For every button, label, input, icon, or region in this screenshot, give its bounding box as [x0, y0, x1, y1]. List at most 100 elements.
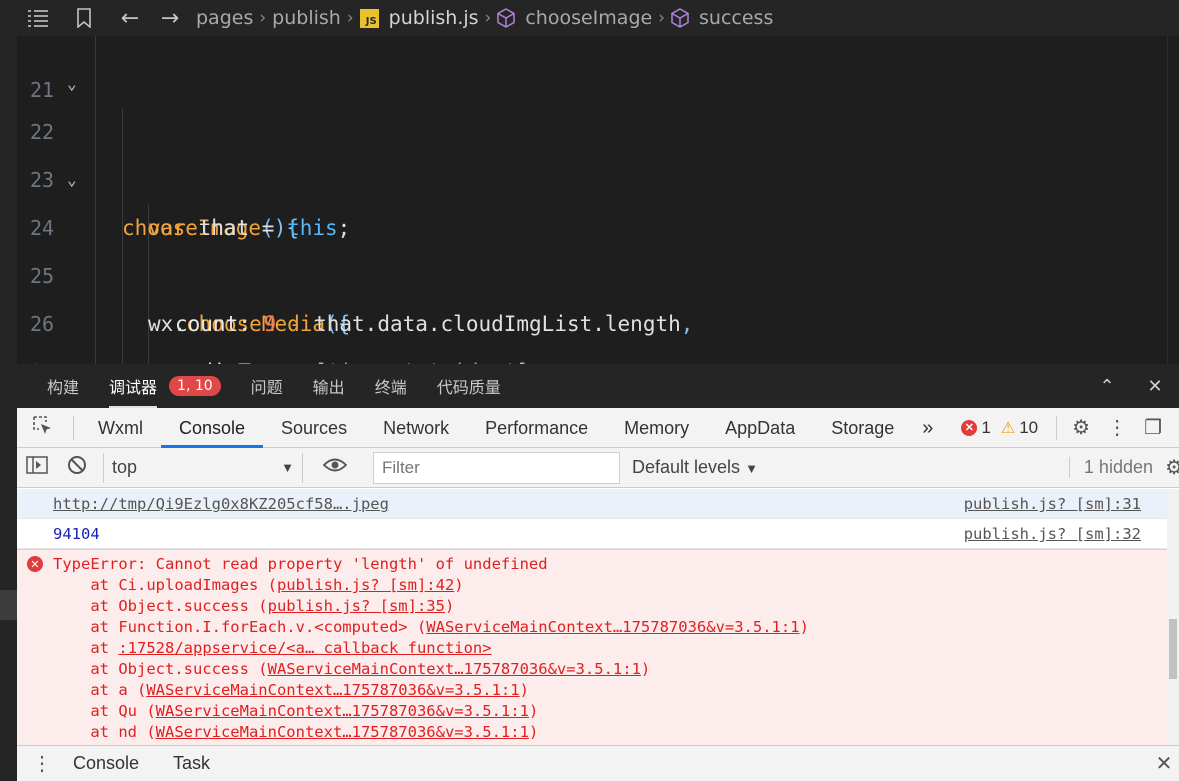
- warning-count: 10: [1019, 417, 1039, 437]
- drawer-tab-task[interactable]: Task: [167, 753, 228, 774]
- error-message-block: ✕ TypeError: Cannot read property 'lengt…: [17, 549, 1167, 745]
- log-link[interactable]: http://tmp/Qi9Ezlg0x8KZ205cf58….jpeg: [53, 495, 389, 513]
- levels-label: Default levels: [632, 457, 741, 477]
- eye-icon[interactable]: [315, 457, 355, 478]
- tab-build[interactable]: 构建: [47, 374, 79, 398]
- stack-frame: at Function.I.forEach.v.<computed> (WASe…: [90, 618, 809, 636]
- stack-link[interactable]: publish.js? [sm]:35: [268, 597, 445, 615]
- stack-link[interactable]: publish.js? [sm]:42: [277, 576, 454, 594]
- gutter-marker: [0, 590, 17, 620]
- left-gutter-strip: [0, 364, 17, 781]
- breadcrumb-item[interactable]: publish.js: [389, 7, 479, 29]
- chevron-right-icon: ›: [658, 8, 666, 28]
- editor-scrollbar[interactable]: [1167, 36, 1179, 364]
- close-drawer-icon[interactable]: ✕: [1149, 751, 1179, 776]
- bookmark-icon[interactable]: [64, 8, 104, 28]
- inspect-element-icon[interactable]: [17, 414, 67, 442]
- stack-frame: at Object.success (publish.js? [sm]:35): [90, 597, 455, 615]
- breadcrumb-item[interactable]: success: [699, 7, 773, 29]
- fold-chevron-icon[interactable]: ⌄: [67, 156, 77, 204]
- log-source-link[interactable]: publish.js? [sm]:31: [964, 489, 1141, 519]
- code-line: 25 count: 9 - that.data.cloudImgList.len…: [17, 204, 1167, 336]
- chevron-right-icon: ›: [346, 8, 354, 28]
- tab-performance[interactable]: Performance: [467, 408, 606, 448]
- back-arrow-icon[interactable]: ←: [110, 6, 150, 31]
- close-icon[interactable]: ✕: [1131, 376, 1179, 397]
- toolbar-divider: [73, 415, 74, 440]
- toolbar-divider: [1056, 415, 1058, 440]
- kebab-menu-icon[interactable]: ⋮: [1099, 415, 1135, 440]
- console-log: http://tmp/Qi9Ezlg0x8KZ205cf58….jpeg pub…: [17, 489, 1167, 745]
- more-tabs-icon[interactable]: »: [912, 408, 943, 448]
- stack-link[interactable]: WAServiceMainContext…175787036&v=3.5.1:1: [156, 723, 529, 741]
- dock-side-icon[interactable]: ❐: [1135, 415, 1171, 440]
- context-value: top: [112, 457, 138, 477]
- debugger-count-badge: 1, 10: [169, 376, 221, 396]
- stack-link[interactable]: WAServiceMainContext…175787036&v=3.5.1:1: [268, 660, 641, 678]
- error-icon: ✕: [961, 419, 978, 436]
- breadcrumb-item[interactable]: pages: [196, 7, 253, 29]
- chevron-right-icon: ›: [484, 8, 492, 28]
- breadcrumb-item[interactable]: publish: [272, 7, 341, 29]
- drawer-tab-console[interactable]: Console: [67, 753, 157, 774]
- code-editor[interactable]: 21 22 ⌄ chooseImage(){ 23 var that = thi…: [0, 36, 1179, 364]
- log-value: 94104: [53, 525, 100, 543]
- tab-problems[interactable]: 问题: [251, 374, 283, 398]
- tab-code-quality[interactable]: 代码质量: [437, 374, 501, 398]
- list-icon[interactable]: [18, 9, 58, 27]
- stack-frame: at a (WAServiceMainContext…175787036&v=3…: [90, 681, 529, 699]
- stack-frame: at nd (WAServiceMainContext…175787036&v=…: [90, 723, 539, 741]
- tab-sources[interactable]: Sources: [263, 408, 365, 448]
- devtools-panel: Wxml Console Sources Network Performance…: [17, 408, 1179, 781]
- tab-storage[interactable]: Storage: [813, 408, 912, 448]
- devtools-tab-bar: Wxml Console Sources Network Performance…: [17, 408, 1179, 448]
- method-cube-icon: [671, 8, 689, 28]
- console-settings-gear-icon[interactable]: ⚙: [1165, 455, 1179, 480]
- drawer-menu-icon[interactable]: ⋮: [17, 751, 67, 776]
- context-select[interactable]: top ▼: [103, 452, 303, 483]
- console-filter-bar: top ▼ Default levels ▼ 1 hidden ⚙: [17, 448, 1179, 488]
- stack-frame: at Object.success (WAServiceMainContext……: [90, 660, 651, 678]
- log-source-link[interactable]: publish.js? [sm]:32: [964, 519, 1141, 549]
- settings-gear-icon[interactable]: ⚙: [1063, 415, 1099, 440]
- hidden-messages-count: 1 hidden: [1068, 457, 1153, 478]
- stack-frame: at Qu (WAServiceMainContext…175787036&v=…: [90, 702, 539, 720]
- stack-frame: at :17528/appservice/<a… callback functi…: [90, 639, 492, 657]
- activity-strip: [0, 36, 17, 364]
- sidebar-toggle-icon[interactable]: [17, 456, 57, 479]
- dropdown-triangle-icon: ▼: [281, 460, 294, 475]
- code-line: 22 ⌄ chooseImage(){: [17, 60, 1167, 240]
- drawer-tab-bar: ⋮ Console Task ✕: [17, 745, 1179, 781]
- tab-appdata[interactable]: AppData: [707, 408, 813, 448]
- log-row: 94104 publish.js? [sm]:32: [17, 519, 1167, 549]
- code-line: 24 ⌄ wx.chooseMedia({: [17, 156, 1167, 336]
- issue-counts[interactable]: ✕ 1 ⚠ 10: [961, 418, 1038, 438]
- log-row: http://tmp/Qi9Ezlg0x8KZ205cf58….jpeg pub…: [17, 489, 1167, 519]
- tab-output[interactable]: 输出: [313, 374, 345, 398]
- stack-link[interactable]: WAServiceMainContext…175787036&v=3.5.1:1: [146, 681, 519, 699]
- fold-chevron-icon[interactable]: ⌄: [67, 60, 77, 108]
- stack-link[interactable]: WAServiceMainContext…175787036&v=3.5.1:1: [156, 702, 529, 720]
- js-file-icon: JS: [359, 8, 379, 28]
- chevron-right-icon: ›: [259, 8, 267, 28]
- error-message: TypeError: Cannot read property 'length'…: [53, 555, 548, 573]
- tab-terminal[interactable]: 终端: [375, 374, 407, 398]
- console-scrollbar[interactable]: [1167, 489, 1179, 745]
- stack-frame: at Ci.uploadImages (publish.js? [sm]:42): [90, 576, 464, 594]
- tab-debugger[interactable]: 调试器: [109, 374, 158, 408]
- warning-icon: ⚠: [1000, 419, 1016, 437]
- tab-network[interactable]: Network: [365, 408, 467, 448]
- forward-arrow-icon[interactable]: →: [150, 6, 190, 31]
- default-levels-dropdown[interactable]: Default levels ▼: [632, 457, 758, 478]
- tab-wxml[interactable]: Wxml: [80, 408, 161, 448]
- chevron-up-icon[interactable]: ⌃: [1083, 376, 1131, 397]
- clear-console-icon[interactable]: [57, 455, 97, 480]
- scrollbar-thumb[interactable]: [1169, 619, 1177, 679]
- breadcrumb-item[interactable]: chooseImage: [525, 7, 652, 29]
- line-number: 27: [30, 348, 70, 364]
- stack-link[interactable]: :17528/appservice/<a… callback function>: [118, 639, 491, 657]
- stack-link[interactable]: WAServiceMainContext…175787036&v=3.5.1:1: [426, 618, 799, 636]
- filter-input[interactable]: [373, 451, 620, 484]
- tab-memory[interactable]: Memory: [606, 408, 707, 448]
- tab-console[interactable]: Console: [160, 408, 264, 448]
